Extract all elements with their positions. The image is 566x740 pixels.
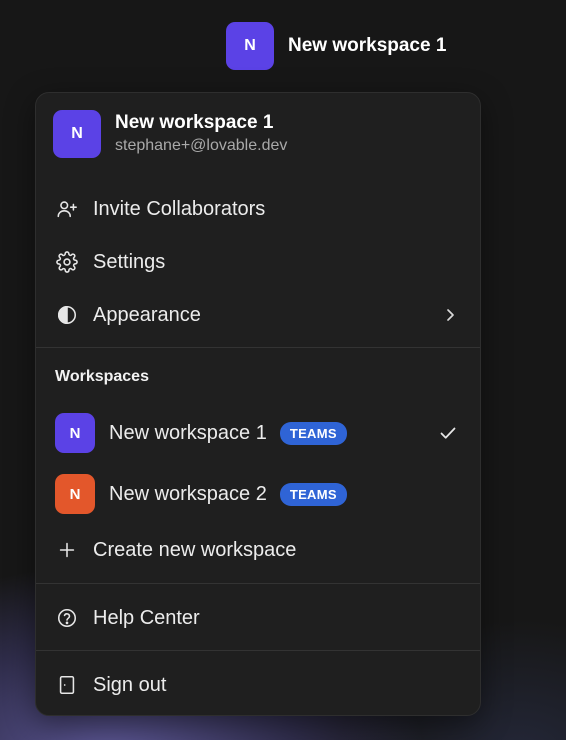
settings-label: Settings [93,250,166,273]
workspace-avatar: N [226,22,274,70]
workspace-name: New workspace 2 [109,482,267,505]
help-circle-icon [55,606,79,630]
header-workspace-name: New workspace 1 [115,112,274,133]
invite-collaborators-item[interactable]: Invite Collaborators [36,184,480,234]
header-user-email: stephane+@lovable.dev [115,137,288,154]
door-icon [55,673,79,697]
workspace-name: New workspace 1 [109,421,267,444]
workspace-avatar: N [55,474,95,514]
workspace-switcher-trigger[interactable]: N New workspace 1 [226,22,446,70]
workspace-avatar: N [55,413,95,453]
plus-icon [55,538,79,562]
sign-out-label: Sign out [93,673,167,696]
sign-out-item[interactable]: Sign out [36,660,480,710]
workspace-dropdown-menu: N New workspace 1 stephane+@lovable.dev … [35,92,481,716]
user-plus-icon [55,197,79,221]
teams-badge: TEAMS [279,421,347,445]
menu-header: N New workspace 1 stephane+@lovable.dev [53,110,287,158]
create-workspace-item[interactable]: Create new workspace [36,525,480,575]
workspace-item[interactable]: N New workspace 2 TEAMS [36,468,480,520]
menu-divider [36,650,480,651]
appearance-item[interactable]: Appearance [36,290,480,340]
invite-collaborators-label: Invite Collaborators [93,197,266,220]
contrast-icon [55,303,79,327]
workspaces-section-title: Workspaces [55,368,149,385]
help-center-label: Help Center [93,606,200,629]
appearance-label: Appearance [93,303,201,326]
checkmark-icon [438,423,458,443]
teams-badge: TEAMS [279,482,347,506]
header-workspace-avatar: N [53,110,101,158]
workspace-item[interactable]: N New workspace 1 TEAMS [36,407,480,459]
gear-icon [55,250,79,274]
current-workspace-name: New workspace 1 [288,35,447,56]
settings-item[interactable]: Settings [36,237,480,287]
menu-divider [36,347,480,348]
create-workspace-label: Create new workspace [93,538,297,561]
chevron-right-icon [442,307,458,323]
menu-divider [36,583,480,584]
help-center-item[interactable]: Help Center [36,593,480,643]
